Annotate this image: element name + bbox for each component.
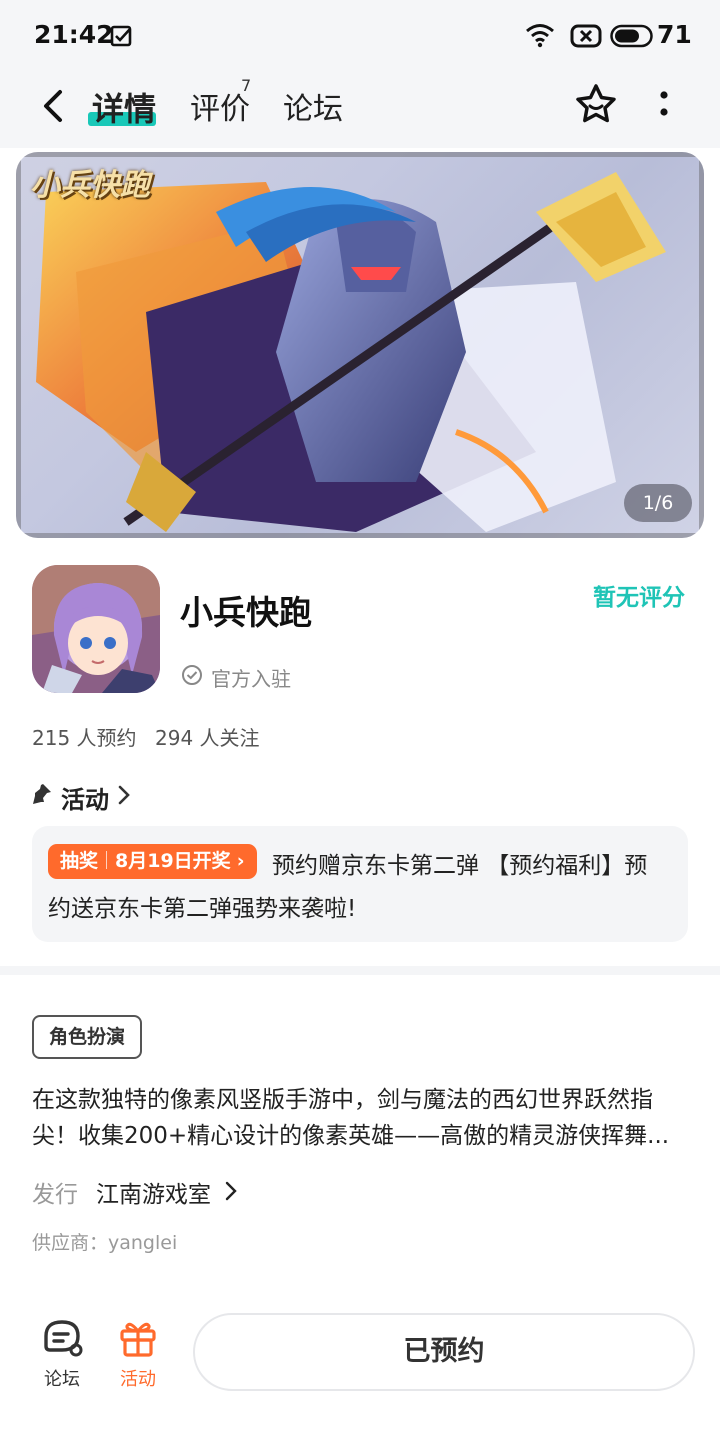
description-line1: 在这款独特的像素风竖版手游中，剑与魔法的西幻世界跃然指 — [32, 1087, 653, 1113]
screenshot-carousel[interactable]: 小兵快跑 1/6 — [16, 152, 704, 538]
checkbox-notification-icon — [110, 25, 132, 47]
rating-text: 暂无评分 — [593, 585, 685, 611]
tab-detail[interactable]: 详情 — [92, 84, 156, 130]
back-arrow-icon[interactable] — [34, 86, 74, 126]
lottery-tag-label: 抽奖 — [60, 850, 99, 872]
publisher-label: 发行 — [32, 1182, 78, 1208]
more-options-icon[interactable] — [656, 88, 672, 120]
activity-section-title[interactable]: 活动 — [61, 780, 109, 815]
game-description[interactable]: 在这款独特的像素风竖版手游中，剑与魔法的西幻世界跃然指 尖！收集200+精心设计… — [32, 1082, 692, 1154]
app-icon-artwork — [32, 565, 160, 693]
favorite-star-icon[interactable] — [574, 82, 618, 126]
banner-artwork — [16, 152, 704, 538]
carousel-counter: 1/6 — [624, 484, 692, 522]
verified-check-icon — [182, 665, 202, 685]
verified-label: 官方入驻 — [211, 667, 291, 691]
activity-text-line2: 约送京东卡第二弹强势来袭啦! — [48, 896, 357, 922]
wifi-icon — [526, 24, 554, 48]
chevron-right-icon[interactable] — [117, 785, 131, 805]
genre-tag[interactable]: 角色扮演 — [32, 1015, 143, 1059]
app-icon — [32, 565, 160, 693]
forum-chat-icon[interactable] — [42, 1318, 84, 1358]
status-time: 21:42 — [34, 20, 114, 49]
review-count-badge: 7 — [241, 76, 252, 95]
description-line2: 尖！收集200+精心设计的像素英雄——高傲的精灵游侠挥舞... — [32, 1123, 670, 1149]
battery-icon — [610, 24, 653, 48]
section-divider — [0, 966, 720, 975]
lottery-tag: 抽奖 8月19日开奖 › — [48, 844, 257, 879]
activity-card[interactable]: 抽奖 8月19日开奖 › 预约赠京东卡第二弹 【预约福利】预 约送京东卡第二弹强势来… — [32, 826, 688, 942]
pin-icon — [33, 784, 51, 804]
app-name: 小兵快跑 — [180, 593, 312, 632]
forum-nav-label[interactable]: 论坛 — [44, 1365, 80, 1391]
gift-icon[interactable] — [118, 1318, 158, 1358]
follower-count: 294 人关注 — [155, 726, 260, 750]
top-nav: 详情 评价 7 论坛 — [0, 72, 720, 148]
chevron-right-icon: › — [236, 850, 245, 872]
battery-level: 71 — [657, 20, 692, 49]
reservation-count: 215 人预约 — [32, 726, 137, 750]
publisher-link[interactable]: 江南游戏室 — [96, 1175, 211, 1209]
chevron-right-icon[interactable] — [224, 1181, 238, 1201]
game-logo: 小兵快跑 — [30, 168, 150, 203]
activity-text-line1: 预约赠京东卡第二弹 【预约福利】预 — [272, 853, 648, 879]
sim-error-icon — [570, 24, 602, 48]
activity-nav-label[interactable]: 活动 — [120, 1365, 156, 1391]
lottery-date: 8月19日开奖 — [115, 850, 231, 872]
reserved-button[interactable]: 已预约 — [193, 1313, 695, 1391]
supplier-text: 供应商：yanglei — [32, 1232, 178, 1254]
tab-forum[interactable]: 论坛 — [283, 84, 343, 128]
status-bar: 21:42 71 — [0, 0, 720, 72]
